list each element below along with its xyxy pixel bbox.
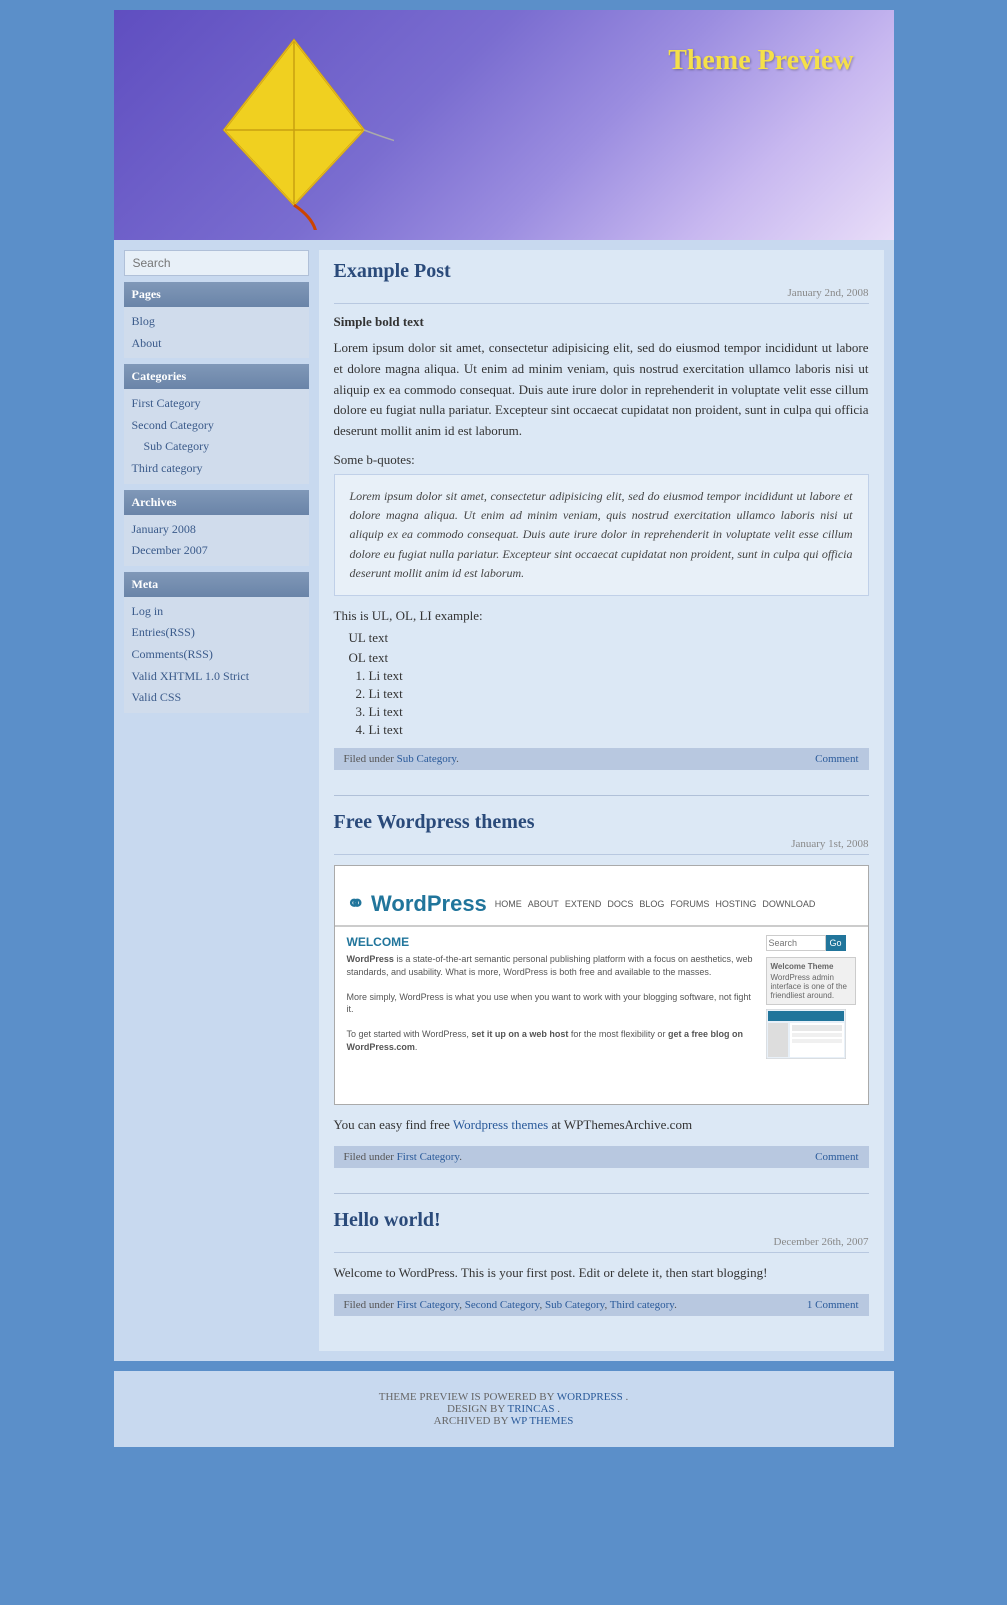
- categories-section: Categories First Category Second Categor…: [124, 364, 309, 483]
- list-item: Li text: [369, 668, 869, 684]
- list-item: Li text: [369, 704, 869, 720]
- wp-text: WordPress is a state-of-the-art semantic…: [347, 953, 758, 1054]
- list-item: Li text: [369, 722, 869, 738]
- filed-under-label-hello: Filed under First Category, Second Categ…: [344, 1299, 677, 1311]
- post-divider-2: [334, 1193, 869, 1194]
- category-link-sub[interactable]: Sub Category: [132, 436, 301, 458]
- footer-line3: ARCHIVED BY WP THEMES: [124, 1415, 884, 1427]
- footer-wordpress-link[interactable]: WORDPRESS: [557, 1391, 623, 1403]
- ul-text: UL text: [349, 630, 869, 646]
- post-title-hello: Hello world!: [334, 1209, 869, 1232]
- filed-category-sub[interactable]: Sub Category: [545, 1299, 604, 1311]
- wp-sidebar: Go Welcome Theme WordPress admin interfa…: [766, 935, 856, 1079]
- meta-link-login[interactable]: Log in: [132, 601, 301, 623]
- meta-links: Log in Entries(RSS) Comments(RSS) Valid …: [124, 597, 309, 713]
- post-wordpress: Free Wordpress themes January 1st, 2008 …: [334, 811, 869, 1168]
- sidebar: Pages Blog About Categories First Catego…: [124, 250, 309, 719]
- filed-category-third[interactable]: Third category: [610, 1299, 674, 1311]
- post-body-hello: Welcome to WordPress. This is your first…: [334, 1263, 869, 1284]
- meta-heading: Meta: [124, 572, 309, 597]
- wp-admin-screenshot: [766, 1009, 846, 1059]
- post-footer-example: Filed under Sub Category. Comment: [334, 748, 869, 770]
- wp-body: WELCOME WordPress is a state-of-the-art …: [335, 927, 868, 1087]
- ol-text: OL text: [349, 650, 869, 666]
- kite-illustration: [194, 30, 394, 230]
- post-date-example: January 2nd, 2008: [334, 287, 869, 304]
- wp-mockup: ⚭ WordPress HOMEABOUTEXTENDDOCSBLOGFORUM…: [335, 883, 868, 1087]
- list-example-label: This is UL, OL, LI example:: [334, 608, 869, 624]
- wp-search: Go: [766, 935, 856, 951]
- main-layout: Pages Blog About Categories First Catego…: [114, 240, 894, 1361]
- meta-section: Meta Log in Entries(RSS) Comments(RSS) V…: [124, 572, 309, 713]
- wordpress-themes-link[interactable]: Wordpress themes: [453, 1117, 548, 1132]
- blockquote-label: Some b-quotes:: [334, 452, 869, 468]
- wp-search-input[interactable]: [766, 935, 826, 951]
- post-title-example: Example Post: [334, 260, 869, 283]
- footer-line1: THEME PREVIEW IS POWERED BY WORDPRESS .: [124, 1391, 884, 1403]
- search-section: [124, 250, 309, 276]
- meta-link-xhtml[interactable]: Valid XHTML 1.0 Strict: [132, 666, 301, 688]
- filed-category-link-wp[interactable]: First Category: [397, 1151, 460, 1163]
- archive-link-jan2008[interactable]: January 2008: [132, 519, 301, 541]
- site-footer: THEME PREVIEW IS POWERED BY WORDPRESS . …: [114, 1371, 894, 1447]
- wp-header: ⚭ WordPress HOMEABOUTEXTENDDOCSBLOGFORUM…: [335, 883, 868, 927]
- wp-nav: HOMEABOUTEXTENDDOCSBLOGFORUMSHOSTINGDOWN…: [495, 899, 816, 909]
- categories-links: First Category Second Category Sub Categ…: [124, 389, 309, 483]
- category-link-first[interactable]: First Category: [132, 393, 301, 415]
- filed-under-label: Filed under Sub Category.: [344, 753, 459, 765]
- footer-trincas-link[interactable]: TRINCAS: [507, 1403, 554, 1415]
- comment-link-hello[interactable]: 1 Comment: [807, 1299, 859, 1311]
- pages-section: Pages Blog About: [124, 282, 309, 358]
- post-date-wordpress: January 1st, 2008: [334, 838, 869, 855]
- wp-logo: ⚭ WordPress: [347, 891, 487, 917]
- wp-welcome: WELCOME: [347, 935, 758, 949]
- blockquote-box: Lorem ipsum dolor sit amet, consectetur …: [334, 474, 869, 596]
- filed-category-second[interactable]: Second Category: [465, 1299, 540, 1311]
- wp-search-button[interactable]: Go: [826, 935, 846, 951]
- meta-link-comments-rss[interactable]: Comments(RSS): [132, 644, 301, 666]
- post-footer-wordpress: Filed under First Category. Comment: [334, 1146, 869, 1168]
- post-body-example: Lorem ipsum dolor sit amet, consectetur …: [334, 338, 869, 442]
- post-footer-hello: Filed under First Category, Second Categ…: [334, 1294, 869, 1316]
- post-date-hello: December 26th, 2007: [334, 1236, 869, 1253]
- pages-heading: Pages: [124, 282, 309, 307]
- meta-link-css[interactable]: Valid CSS: [132, 687, 301, 709]
- filed-category-link[interactable]: Sub Category: [397, 753, 456, 765]
- li-list: Li text Li text Li text Li text: [369, 668, 869, 738]
- wordpress-screenshot: ⚭ WordPress HOMEABOUTEXTENDDOCSBLOGFORUM…: [334, 865, 869, 1105]
- site-title: Theme Preview: [668, 45, 853, 77]
- content-area: Example Post January 2nd, 2008 Simple bo…: [319, 250, 884, 1351]
- filed-category-first[interactable]: First Category: [397, 1299, 460, 1311]
- search-input[interactable]: [124, 250, 309, 276]
- footer-wpthemes-link[interactable]: WP THEMES: [511, 1415, 574, 1427]
- free-wp-text: You can easy find free Wordpress themes …: [334, 1115, 869, 1136]
- post-hello: Hello world! December 26th, 2007 Welcome…: [334, 1209, 869, 1316]
- categories-heading: Categories: [124, 364, 309, 389]
- post-example: Example Post January 2nd, 2008 Simple bo…: [334, 260, 869, 770]
- pages-links: Blog About: [124, 307, 309, 358]
- category-link-third[interactable]: Third category: [132, 458, 301, 480]
- post-subtitle-example: Simple bold text: [334, 314, 869, 330]
- archive-link-dec2007[interactable]: December 2007: [132, 540, 301, 562]
- filed-under-label-wp: Filed under First Category.: [344, 1151, 462, 1163]
- wp-main: WELCOME WordPress is a state-of-the-art …: [347, 935, 758, 1079]
- archives-section: Archives January 2008 December 2007: [124, 490, 309, 566]
- post-divider-1: [334, 795, 869, 796]
- wp-sidebar-box: Welcome Theme WordPress admin interface …: [766, 957, 856, 1005]
- footer-line2: DESIGN BY TRINCAS .: [124, 1403, 884, 1415]
- archives-links: January 2008 December 2007: [124, 515, 309, 566]
- meta-link-entries-rss[interactable]: Entries(RSS): [132, 622, 301, 644]
- category-link-second[interactable]: Second Category: [132, 415, 301, 437]
- site-header: Theme Preview: [114, 10, 894, 240]
- comment-link-example[interactable]: Comment: [815, 753, 858, 765]
- comment-link-wordpress[interactable]: Comment: [815, 1151, 858, 1163]
- post-title-wordpress: Free Wordpress themes: [334, 811, 869, 834]
- list-item: Li text: [369, 686, 869, 702]
- archives-heading: Archives: [124, 490, 309, 515]
- pages-link-blog[interactable]: Blog: [132, 311, 301, 333]
- pages-link-about[interactable]: About: [132, 333, 301, 355]
